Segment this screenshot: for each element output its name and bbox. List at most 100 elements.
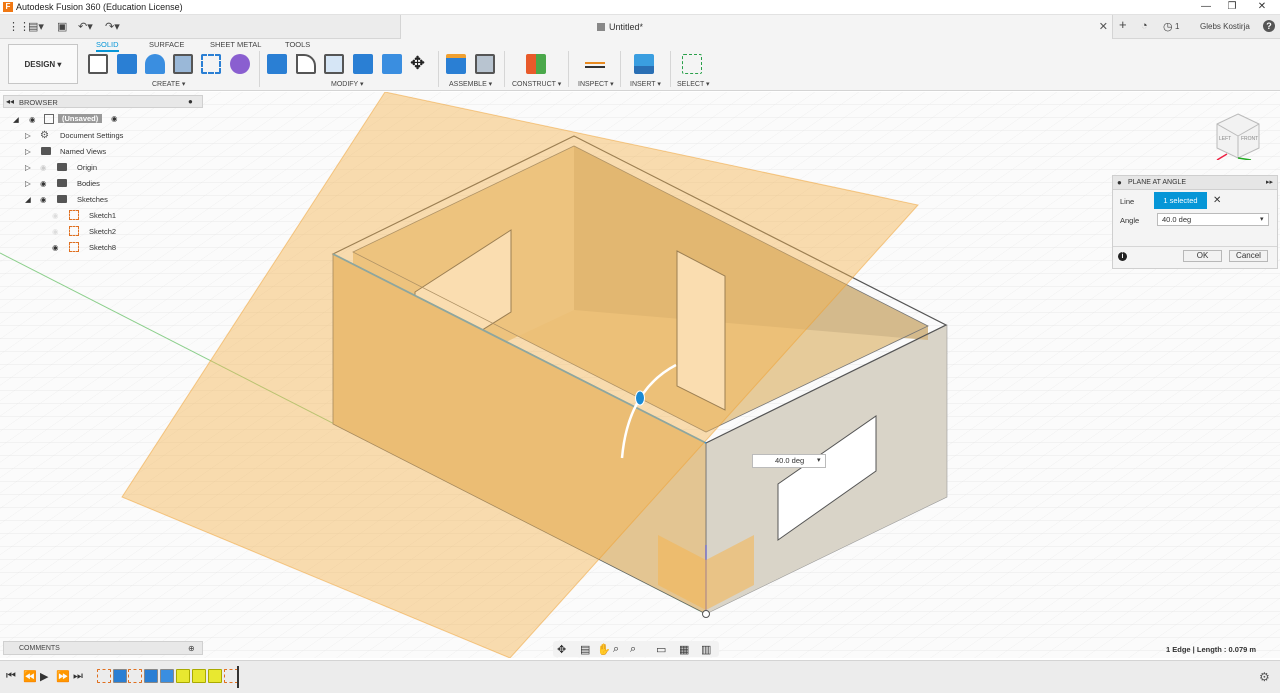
timeline-extrude-feature[interactable] — [144, 669, 158, 683]
pattern-icon[interactable] — [201, 54, 221, 74]
browser-menu-icon[interactable]: ● — [188, 97, 193, 106]
timeline-cut-feature[interactable] — [208, 669, 222, 683]
visibility-icon[interactable]: ◉ — [52, 243, 59, 252]
look-at-icon[interactable]: ▤ — [580, 643, 590, 656]
tab-tools[interactable]: TOOLS — [285, 40, 310, 49]
revolve-icon[interactable] — [145, 54, 165, 74]
hole-icon[interactable] — [173, 54, 193, 74]
grid-menu-icon[interactable]: ⋮⋮ — [8, 20, 30, 33]
move-icon[interactable]: ✥ — [410, 53, 425, 74]
view-cube[interactable]: LEFT FRONT — [1213, 110, 1263, 161]
extensions-icon[interactable]: ◔ — [1141, 20, 1148, 32]
zoom-icon[interactable]: ⌕ — [613, 643, 619, 656]
dialog-expand-icon[interactable]: ▸▸ — [1266, 178, 1273, 186]
tree-named-views[interactable]: ▷ Named Views — [0, 144, 200, 159]
pan-icon[interactable]: ✋ — [597, 643, 611, 656]
browser-panel-header[interactable]: ◂◂ BROWSER ● — [3, 95, 203, 108]
minimize-button[interactable]: — — [1196, 1, 1216, 12]
visibility-icon[interactable]: ◉ — [40, 195, 47, 204]
workspace-switcher[interactable]: DESIGN ▾ — [8, 44, 78, 84]
timeline-cut-feature[interactable] — [176, 669, 190, 683]
create-sketch-icon[interactable] — [88, 54, 108, 74]
dimension-dropdown-icon[interactable]: ▾ — [817, 455, 821, 467]
modify-menu[interactable]: MODIFY ▾ — [331, 80, 364, 88]
inspect-menu[interactable]: INSPECT ▾ — [578, 80, 614, 88]
tree-bodies[interactable]: ▷ ◉ Bodies — [0, 176, 200, 191]
cancel-button[interactable]: Cancel — [1229, 250, 1268, 262]
viewports-icon[interactable]: ▥ — [701, 643, 711, 656]
file-menu-icon[interactable]: ▤▾ — [28, 20, 44, 33]
form-icon[interactable] — [230, 54, 250, 74]
tree-sketch1[interactable]: ◉ Sketch1 — [0, 208, 200, 223]
joint-icon[interactable] — [475, 54, 495, 74]
restore-button[interactable]: ❐ — [1222, 1, 1242, 12]
insert-menu[interactable]: INSERT ▾ — [630, 80, 661, 88]
ok-button[interactable]: OK — [1183, 250, 1222, 262]
go-to-end-icon[interactable]: ⏭ — [73, 670, 83, 683]
expand-icon[interactable]: ▷ — [25, 163, 31, 172]
shell-icon[interactable] — [324, 54, 344, 74]
play-icon[interactable]: ▶ — [40, 670, 48, 683]
expand-icon[interactable]: ▷ — [25, 147, 31, 156]
combine-icon[interactable] — [353, 54, 373, 74]
visibility-icon[interactable]: ◉ — [52, 211, 59, 220]
timeline-extrude-feature[interactable] — [113, 669, 127, 683]
offset-plane-icon[interactable] — [526, 54, 546, 74]
expand-icon[interactable]: ▷ — [25, 179, 31, 188]
assemble-menu[interactable]: ASSEMBLE ▾ — [449, 80, 492, 88]
visibility-icon[interactable]: ◉ — [52, 227, 59, 236]
tree-sketch8[interactable]: ◉ Sketch8 — [0, 240, 200, 255]
collapse-browser-icon[interactable]: ◂◂ — [6, 97, 14, 106]
visibility-icon[interactable]: ◉ — [40, 179, 47, 188]
tree-sketches[interactable]: ◢ ◉ Sketches — [0, 192, 200, 207]
comments-add-icon[interactable]: ⊕ — [188, 644, 195, 653]
expand-icon[interactable]: ◢ — [13, 115, 19, 124]
angle-handle[interactable] — [635, 390, 645, 406]
timeline-sketch-feature[interactable] — [97, 669, 111, 683]
display-settings-icon[interactable]: ▭ — [656, 643, 666, 656]
tree-origin[interactable]: ▷ ◉ Origin — [0, 160, 200, 175]
press-pull-icon[interactable] — [267, 54, 287, 74]
line-selection-button[interactable]: 1 selected — [1154, 192, 1207, 209]
split-body-icon[interactable] — [382, 54, 402, 74]
new-component-icon[interactable] — [446, 54, 466, 74]
insert-image-icon[interactable] — [634, 54, 654, 74]
timeline-marker[interactable] — [237, 666, 239, 688]
activate-radio-icon[interactable]: ◉ — [111, 114, 118, 123]
jobs-status-icon[interactable]: ◷ — [1163, 20, 1173, 33]
timeline-sketch-feature[interactable] — [128, 669, 142, 683]
fillet-icon[interactable] — [296, 54, 316, 74]
measure-icon[interactable] — [585, 62, 605, 68]
dialog-header[interactable]: ● PLANE AT ANGLE ▸▸ — [1113, 176, 1277, 190]
close-window-button[interactable]: ✕ — [1252, 1, 1272, 12]
tab-solid[interactable]: SOLID — [96, 40, 119, 52]
timeline-settings-gear-icon[interactable]: ⚙ — [1259, 670, 1270, 684]
tab-surface[interactable]: SURFACE — [149, 40, 184, 49]
origin-point[interactable] — [702, 610, 710, 618]
dialog-collapse-icon[interactable]: ● — [1117, 178, 1122, 187]
step-back-icon[interactable]: ⏪ — [23, 670, 37, 683]
new-tab-button[interactable]: + — [1119, 17, 1127, 32]
fit-icon[interactable]: ⌕ — [630, 643, 636, 656]
comments-panel-header[interactable]: COMMENTS ⊕ — [3, 641, 203, 655]
create-menu[interactable]: CREATE ▾ — [152, 80, 185, 88]
select-menu[interactable]: SELECT ▾ — [677, 80, 710, 88]
angle-dropdown-icon[interactable]: ▾ — [1260, 215, 1264, 223]
undo-icon[interactable]: ↶▾ — [78, 20, 93, 33]
document-tab[interactable]: Untitled* ✕ — [400, 15, 1113, 39]
tab-sheet-metal[interactable]: SHEET METAL — [210, 40, 261, 49]
orbit-icon[interactable]: ✥ — [557, 643, 566, 656]
tree-document-settings[interactable]: ▷ ⚙ Document Settings — [0, 128, 200, 143]
extrude-icon[interactable] — [117, 54, 137, 74]
close-tab-button[interactable]: ✕ — [1099, 20, 1108, 33]
go-to-start-icon[interactable]: ⏮ — [6, 670, 16, 683]
visibility-icon[interactable]: ◉ — [29, 115, 36, 124]
redo-icon[interactable]: ↷▾ — [105, 20, 120, 33]
step-forward-icon[interactable]: ⏩ — [56, 670, 70, 683]
help-icon[interactable]: ? — [1263, 20, 1275, 32]
select-window-icon[interactable] — [682, 54, 702, 74]
expand-icon[interactable]: ▷ — [25, 131, 31, 140]
tree-root[interactable]: ◢ ◉ (Unsaved) ◉ — [0, 112, 200, 127]
clear-selection-icon[interactable]: ✕ — [1213, 195, 1221, 206]
construct-menu[interactable]: CONSTRUCT ▾ — [512, 80, 561, 88]
